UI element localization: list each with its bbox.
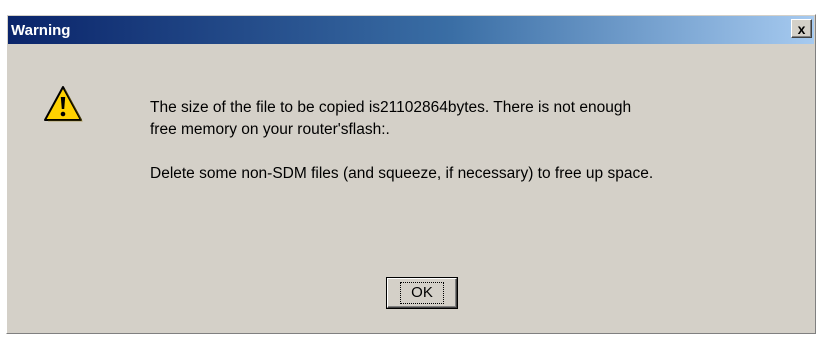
warning-dialog: Warning x The size of the file to be cop… xyxy=(6,14,816,334)
window-title: Warning xyxy=(11,21,71,39)
message-line-1: The size of the file to be copied is2110… xyxy=(150,99,632,116)
close-button[interactable]: x xyxy=(791,19,812,38)
warning-icon xyxy=(44,86,83,122)
ok-button-label: OK xyxy=(400,282,444,304)
message-line-2: free memory on your router'sflash:. xyxy=(150,121,390,138)
close-icon: x xyxy=(797,20,806,37)
message-text: The size of the file to be copied is2110… xyxy=(150,97,800,185)
ok-button[interactable]: OK xyxy=(387,278,457,308)
title-bar[interactable]: Warning x xyxy=(8,16,814,44)
message-line-3: Delete some non-SDM files (and squeeze, … xyxy=(150,165,654,182)
